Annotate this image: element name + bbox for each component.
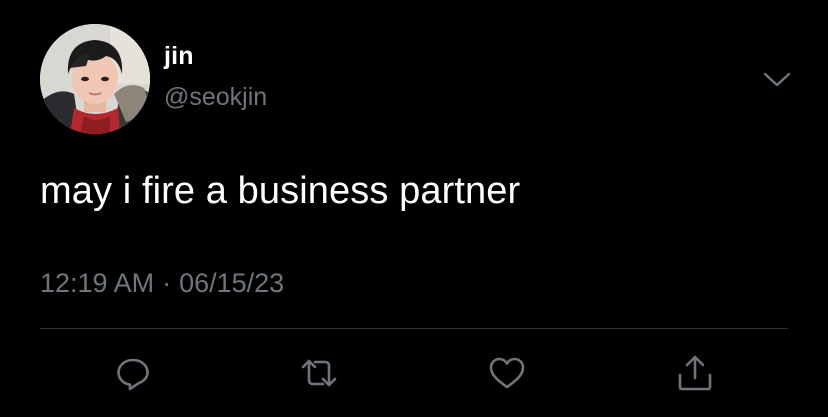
avatar[interactable] (40, 24, 150, 134)
tweet-text: may i fire a business partner (40, 170, 521, 212)
divider (40, 328, 788, 329)
author-display-name[interactable]: jin (164, 42, 194, 71)
timestamp-separator: · (162, 268, 172, 298)
author-handle[interactable]: @seokjin (164, 83, 267, 112)
share-icon (678, 355, 712, 391)
chevron-down-icon[interactable] (760, 62, 794, 96)
reply-icon (117, 358, 149, 391)
tweet-card: jin @seokjin may i fire a business partn… (0, 0, 828, 417)
share-button[interactable] (674, 352, 716, 394)
retweet-button[interactable] (298, 352, 340, 394)
avatar-photo (40, 24, 150, 134)
heart-icon (489, 357, 525, 389)
tweet-timestamp[interactable]: 12:19 AM · 06/15/23 (40, 268, 284, 299)
reply-button[interactable] (112, 352, 154, 394)
tweet-time: 12:19 AM (40, 268, 155, 298)
like-button[interactable] (486, 352, 528, 394)
retweet-icon (301, 359, 337, 387)
tweet-date: 06/15/23 (179, 268, 285, 298)
